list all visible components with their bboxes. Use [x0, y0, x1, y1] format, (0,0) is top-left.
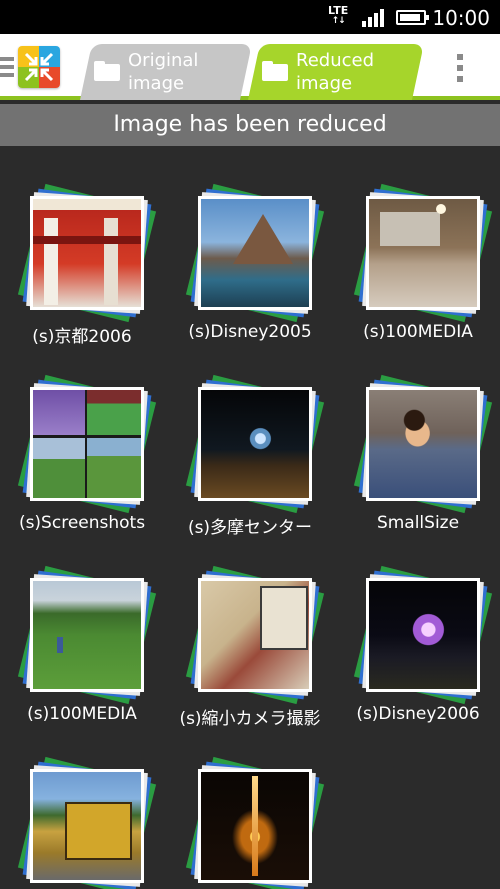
album-item[interactable]: (s)100MEDIA	[348, 162, 493, 342]
tab-reduced-image[interactable]: Reduced image	[248, 44, 424, 100]
album-name: (s)縮小カメラ撮影	[179, 709, 321, 729]
album-item[interactable]: (s)Disney2006	[348, 544, 493, 724]
battery-icon	[396, 10, 429, 25]
park-photo-icon	[30, 578, 144, 692]
bus-photo-icon	[30, 769, 144, 883]
album-name: (s)100MEDIA	[363, 322, 473, 342]
volcano-photo-icon	[198, 196, 312, 310]
album-item[interactable]: SmallSize	[348, 353, 493, 533]
album-name: (s)京都2006	[32, 327, 132, 347]
castle-photo-icon	[366, 578, 480, 692]
data-arrows-icon: ↑↓	[331, 16, 346, 26]
book-photo-icon	[198, 578, 312, 692]
album-item[interactable]	[180, 735, 325, 889]
album-name: (s)Disney2005	[188, 322, 312, 342]
album-name: (s)多摩センター	[187, 518, 313, 538]
album-item[interactable]: (s)Disney2005	[180, 162, 325, 342]
signal-icon	[362, 9, 388, 27]
status-banner: Image has been reduced	[0, 104, 500, 146]
folder-icon	[94, 61, 120, 81]
tab-label: Reduced image	[296, 50, 375, 94]
battery-fill	[400, 14, 420, 21]
lte-indicator: LTE ↑↓	[328, 5, 348, 27]
album-item[interactable]: (s)多摩センター	[180, 353, 325, 538]
child-photo-icon	[366, 387, 480, 501]
album-name: (s)Disney2006	[356, 704, 480, 724]
album-name: (s)100MEDIA	[27, 704, 137, 724]
app-logo-icon[interactable]	[18, 46, 60, 88]
album-name: (s)Screenshots	[18, 513, 146, 533]
tab-original-image[interactable]: Original image	[80, 44, 252, 100]
tab-label: Original image	[128, 50, 199, 94]
album-item[interactable]: (s)縮小カメラ撮影	[179, 544, 325, 729]
clock: 10:00	[432, 6, 490, 30]
album-item[interactable]: (s)100MEDIA	[12, 544, 157, 724]
status-bar: LTE ↑↓ 10:00	[0, 0, 500, 34]
action-bar: Original image Reduced image	[0, 34, 500, 100]
torii-photo-icon	[30, 196, 144, 310]
night-illumination-photo-icon	[198, 387, 312, 501]
tower-photo-icon	[198, 769, 312, 883]
album-item[interactable]: (s)京都2006	[12, 162, 157, 347]
overflow-menu-icon[interactable]	[455, 54, 465, 82]
folder-icon	[262, 61, 288, 81]
album-name: SmallSize	[376, 513, 460, 533]
album-item[interactable]: (s)Screenshots	[12, 353, 157, 533]
room-photo-icon	[366, 196, 480, 310]
album-grid: (s)京都2006 (s)Disney2005 (s)100MEDIA (s)S…	[0, 146, 500, 889]
drawer-menu-icon[interactable]	[0, 55, 14, 79]
album-item[interactable]	[12, 735, 157, 889]
screenshots-collage-icon	[30, 387, 144, 501]
